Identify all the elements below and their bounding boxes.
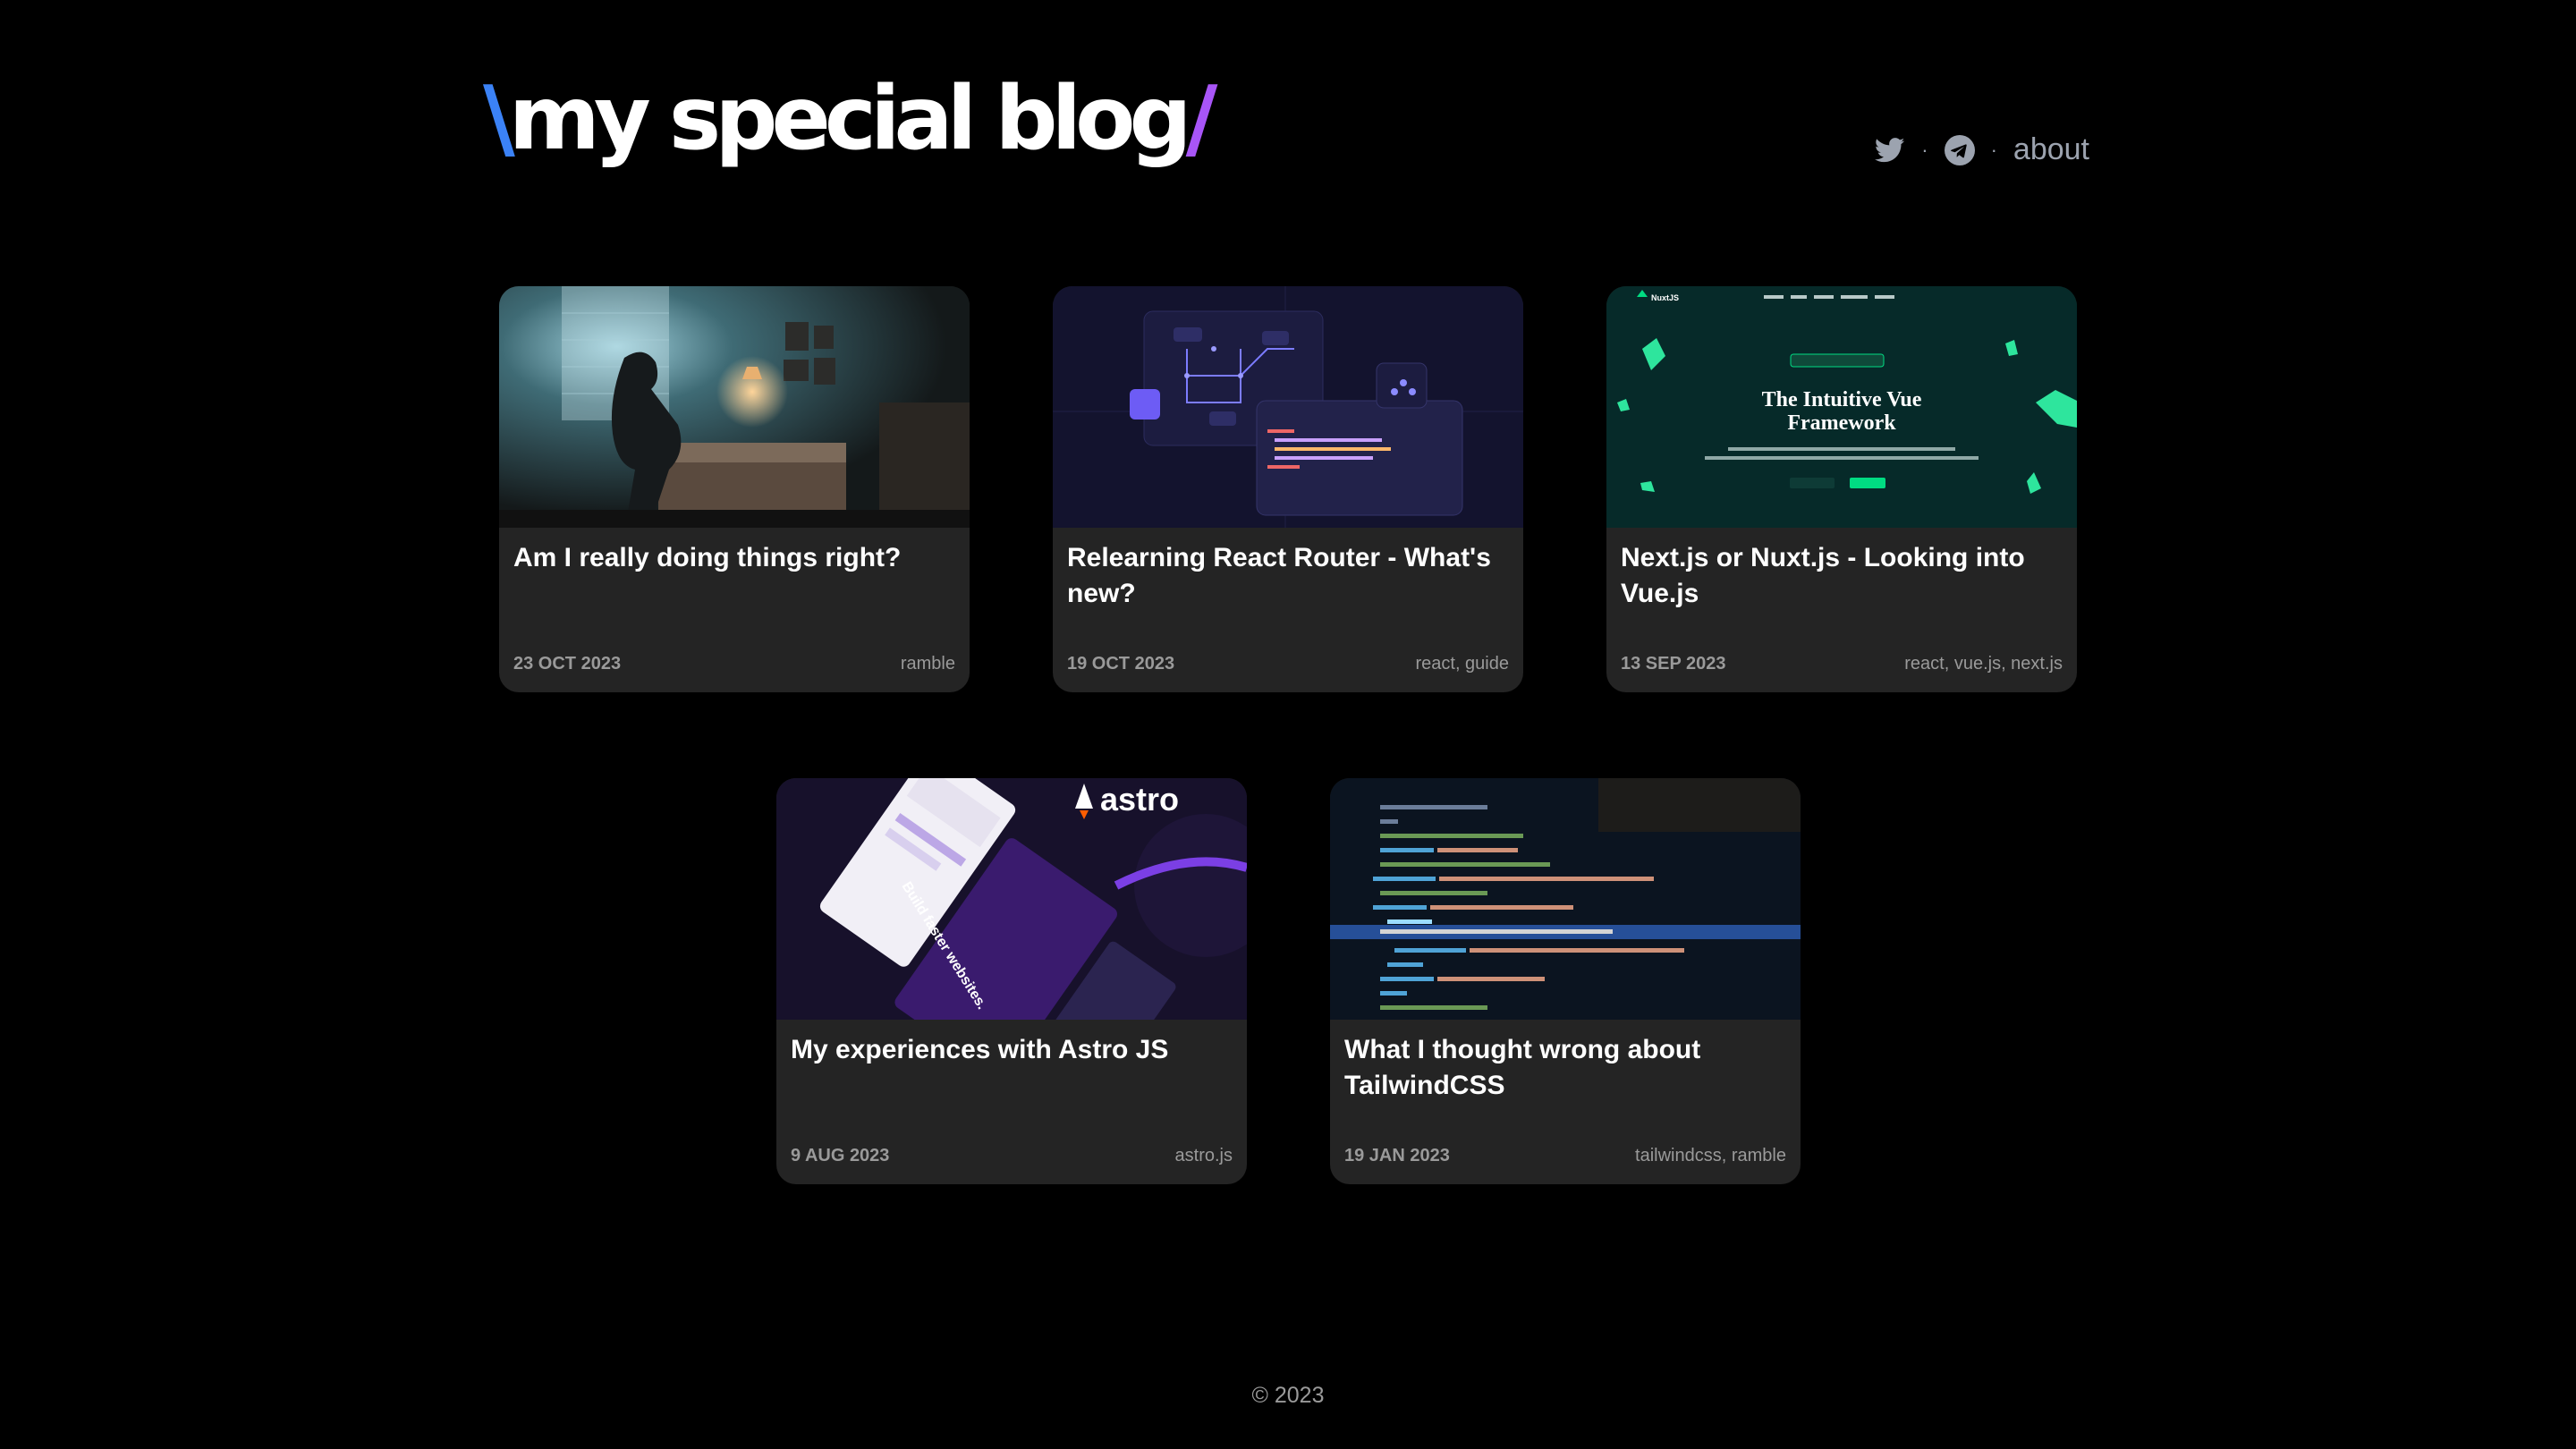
footer-copyright: © 2023	[1251, 1383, 1325, 1408]
post-date: 13 SEP 2023	[1621, 654, 1726, 674]
nuxt-headline-2: Framework	[1787, 411, 1896, 435]
post-title[interactable]: Relearning React Router - What's new?	[1067, 540, 1509, 612]
post-tags: react, vue.js, next.js	[1904, 654, 2063, 674]
post-thumbnail	[1053, 286, 1523, 528]
nuxt-brand: NuxtJS	[1651, 293, 1679, 302]
post-tags: tailwindcss, ramble	[1635, 1146, 1786, 1165]
post-date: 19 JAN 2023	[1344, 1146, 1450, 1165]
post-card[interactable]: astro Build faster websites. My experien…	[776, 778, 1247, 1184]
logo-slash-right: /	[1185, 68, 1218, 170]
logo-text: my special blog	[508, 68, 1192, 170]
site-logo[interactable]: \my special blog/	[483, 68, 1218, 170]
post-card[interactable]: What I thought wrong about TailwindCSS 1…	[1330, 778, 1801, 1184]
post-title[interactable]: My experiences with Astro JS	[791, 1032, 1233, 1068]
post-title[interactable]: Next.js or Nuxt.js - Looking into Vue.js	[1621, 540, 2063, 612]
header-nav: · · about	[1875, 132, 2089, 167]
post-thumbnail	[499, 286, 970, 528]
post-date: 9 AUG 2023	[791, 1146, 890, 1165]
nav-separator: ·	[1921, 138, 1928, 161]
post-title[interactable]: What I thought wrong about TailwindCSS	[1344, 1032, 1786, 1104]
about-link[interactable]: about	[2013, 132, 2089, 167]
logo-slash-left: \	[483, 68, 515, 170]
nuxt-headline-1: The Intuitive Vue	[1762, 388, 1922, 411]
post-card[interactable]: Relearning React Router - What's new? 19…	[1053, 286, 1523, 692]
post-thumbnail: astro Build faster websites.	[776, 778, 1247, 1020]
post-title[interactable]: Am I really doing things right?	[513, 540, 955, 576]
post-tags: ramble	[900, 654, 955, 674]
post-thumbnail: NuxtJS The Intuitive Vue Framework	[1606, 286, 2077, 528]
post-tags: react, guide	[1415, 654, 1509, 674]
post-card[interactable]: NuxtJS The Intuitive Vue Framework Next.…	[1606, 286, 2077, 692]
post-date: 23 OCT 2023	[513, 654, 622, 674]
nav-separator: ·	[1990, 138, 1997, 161]
twitter-icon[interactable]	[1875, 137, 1905, 163]
telegram-icon[interactable]	[1944, 134, 1975, 165]
post-date: 19 OCT 2023	[1067, 654, 1175, 674]
post-card[interactable]: Am I really doing things right? 23 OCT 2…	[499, 286, 970, 692]
astro-brand: astro	[1100, 781, 1179, 818]
post-tags: astro.js	[1174, 1146, 1233, 1165]
post-thumbnail	[1330, 778, 1801, 1020]
